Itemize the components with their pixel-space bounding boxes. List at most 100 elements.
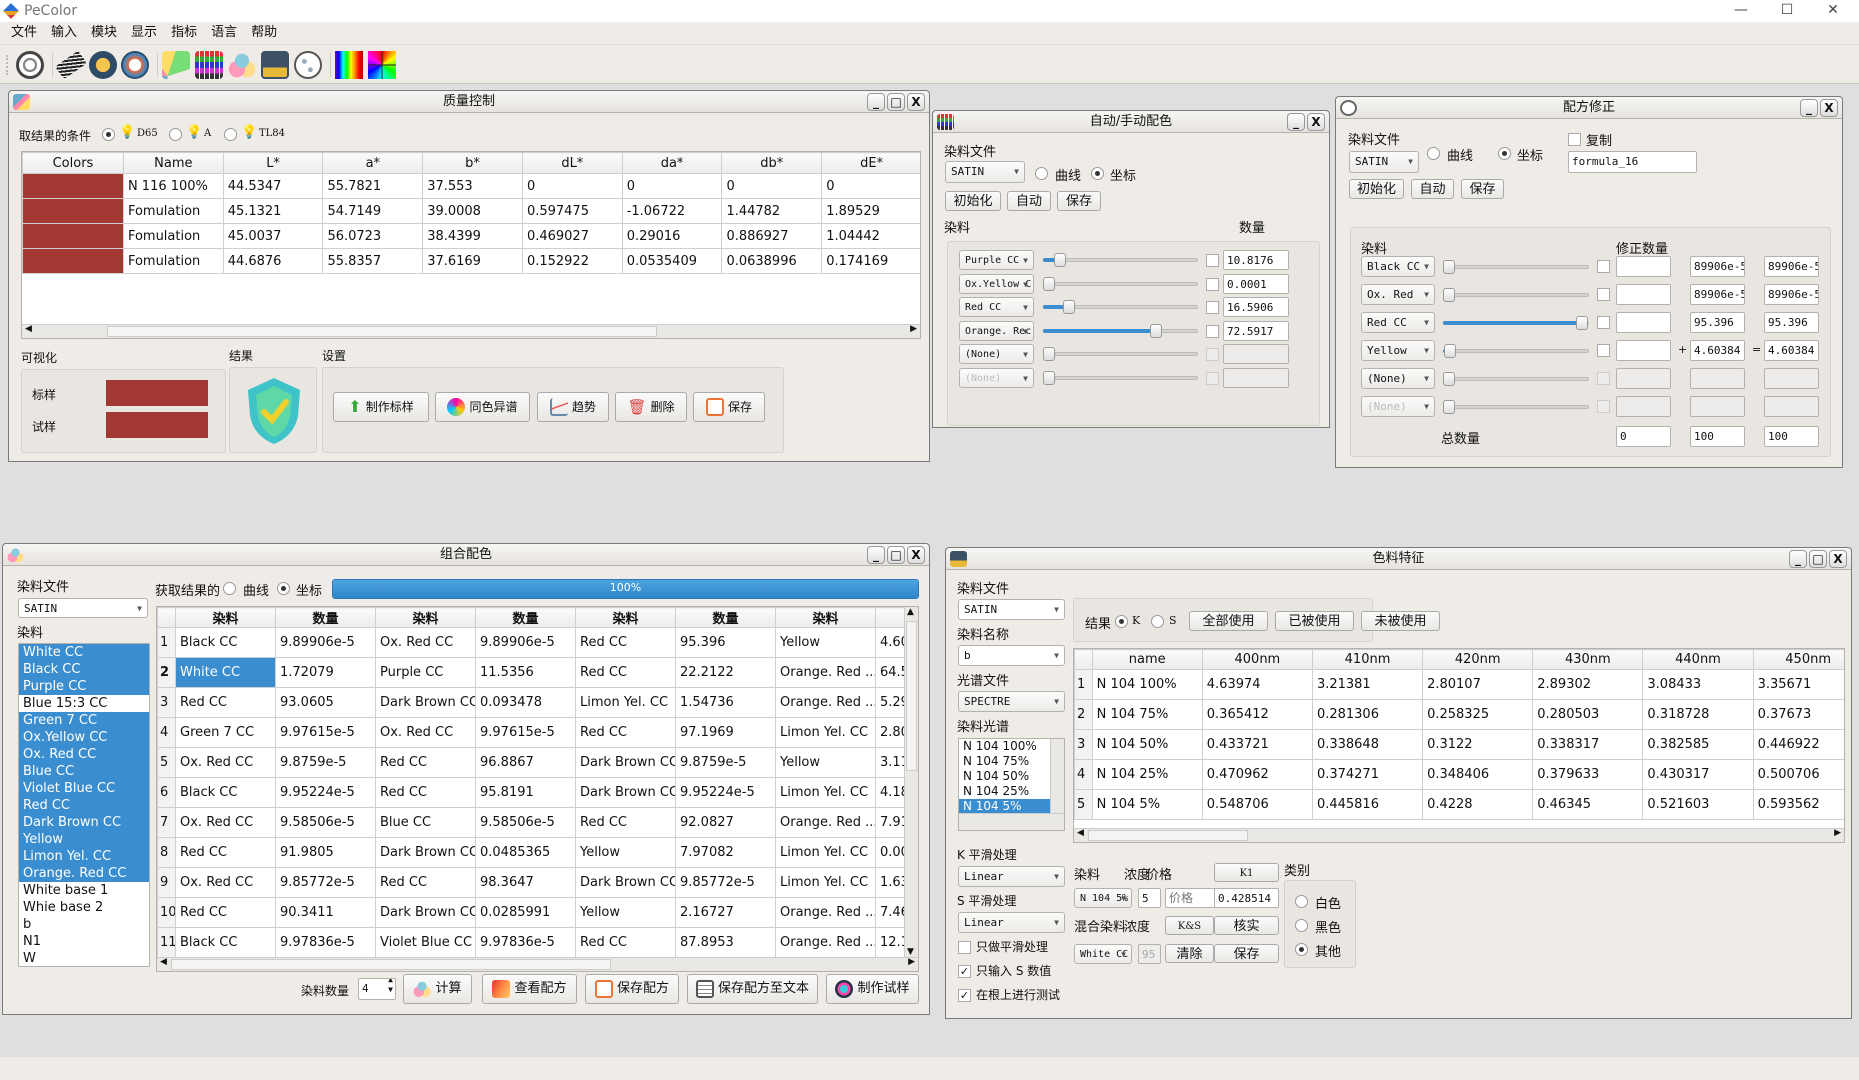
maximize-button[interactable]: □ xyxy=(887,546,905,564)
table-cell[interactable]: 45.0037 xyxy=(222,223,324,249)
correction-slider[interactable] xyxy=(1443,400,1589,414)
quantity-input[interactable]: 72.5917 xyxy=(1223,320,1289,341)
clear-button[interactable]: 清除 xyxy=(1165,944,1214,963)
color-grid-icon[interactable] xyxy=(195,51,223,79)
table-row[interactable]: 6 Black CC 9.95224e-5 Red CC 95.8191 Dark Bro… xyxy=(157,777,906,808)
table-cell[interactable]: 3.21381 xyxy=(1311,669,1424,700)
minimize-button[interactable]: _ xyxy=(867,93,885,111)
table-cell[interactable]: Fomulation xyxy=(122,248,224,274)
table-cell[interactable]: 45.1321 xyxy=(222,198,324,224)
table-cell[interactable]: 3.113 xyxy=(875,747,906,778)
table-cell[interactable]: Limon Yel. CC xyxy=(775,837,876,868)
color-wheel-icon[interactable] xyxy=(121,51,149,79)
table-cell[interactable]: N 104 100% xyxy=(1091,669,1203,700)
maximize-button[interactable]: □ xyxy=(887,93,905,111)
table-cell[interactable]: Red CC xyxy=(575,627,676,658)
dye-list-item[interactable]: Purple CC xyxy=(19,678,149,695)
table-cell[interactable]: 64.5 xyxy=(875,657,906,688)
slider-handle[interactable] xyxy=(1443,260,1455,274)
table-cell[interactable]: 0.174169 xyxy=(821,248,920,274)
delete-button[interactable]: 🗑 删除 xyxy=(615,392,687,422)
table-cell[interactable]: 2.80107 xyxy=(1422,669,1534,700)
dye-list-item[interactable]: White CC xyxy=(19,644,149,661)
table-cell[interactable]: N 116 100% xyxy=(122,173,224,199)
table-cell[interactable]: 90.3411 xyxy=(275,897,376,928)
combination-results-table[interactable]: 染料 数量 染料 数量 染料 数量 染料 1 Black CC 9.89906e-5 Ox. Re… xyxy=(156,606,919,972)
table-cell[interactable]: Red CC xyxy=(575,717,676,748)
table-cell[interactable]: 22.2122 xyxy=(675,657,776,688)
table-cell[interactable]: Red CC xyxy=(575,657,676,688)
close-button[interactable]: X xyxy=(907,93,925,111)
horizontal-scrollbar[interactable] xyxy=(959,813,1064,830)
table-cell[interactable]: 0.280503 xyxy=(1532,699,1644,730)
dye-list-item[interactable]: Black CC xyxy=(19,661,149,678)
total-result-input[interactable]: 100 xyxy=(1764,426,1819,447)
table-row[interactable]: 2 White CC 1.72079 Purple CC 11.5356 Red CC 22… xyxy=(157,657,906,688)
menu-language[interactable]: 语言 xyxy=(204,22,244,44)
table-cell[interactable]: Black CC xyxy=(175,627,276,658)
table-cell[interactable]: 0.4228 xyxy=(1422,789,1534,820)
lock-checkbox[interactable] xyxy=(1206,324,1219,338)
table-cell[interactable]: 0.338648 xyxy=(1311,729,1424,760)
table-cell[interactable]: 0.338317 xyxy=(1532,729,1644,760)
save-button[interactable]: 保存 xyxy=(1057,191,1101,211)
column-header[interactable]: 染料 xyxy=(775,607,876,628)
table-cell[interactable]: Green 7 CC xyxy=(175,717,276,748)
slider-handle[interactable] xyxy=(1444,344,1457,358)
table-cell[interactable]: 95.8191 xyxy=(475,777,576,808)
option-checkbox[interactable] xyxy=(958,941,971,954)
quantity-slider[interactable] xyxy=(1043,276,1198,291)
table-cell[interactable]: Red CC xyxy=(375,777,476,808)
curve-radio[interactable] xyxy=(1427,147,1440,160)
table-cell[interactable]: 92.0827 xyxy=(675,807,776,838)
view-formula-button[interactable]: 查看配方 xyxy=(482,974,577,1004)
table-cell[interactable]: 4.63974 xyxy=(1201,669,1313,700)
correction-input[interactable] xyxy=(1616,284,1671,305)
vertical-scrollbar[interactable]: ▲ ▼ xyxy=(904,607,918,957)
table-cell[interactable]: 0.521603 xyxy=(1642,789,1754,820)
menu-module[interactable]: 模块 xyxy=(84,22,124,44)
dye-select[interactable]: Ox. Red xyxy=(1361,284,1435,305)
formula-name-input[interactable]: formula_16 xyxy=(1568,151,1697,173)
table-cell[interactable]: Limon Yel. CC xyxy=(775,777,876,808)
slider-handle[interactable] xyxy=(1443,288,1455,302)
quantity-input[interactable] xyxy=(1223,367,1289,388)
table-cell[interactable]: 12.10 xyxy=(875,927,906,958)
window-titlebar[interactable]: 配方修正 _ X xyxy=(1336,97,1842,119)
dye-list-item[interactable]: Blue CC xyxy=(19,763,149,780)
lock-checkbox[interactable] xyxy=(1597,344,1610,357)
table-cell[interactable]: Dark Brown CC xyxy=(575,867,676,898)
table-row[interactable]: 1N 104 100% 4.63974 3.21381 2.80107 2.89302 3… xyxy=(1074,669,1844,700)
slider-handle[interactable] xyxy=(1443,372,1455,386)
table-cell[interactable]: N 104 25% xyxy=(1091,759,1203,790)
table-cell[interactable]: Ox. Red CC xyxy=(175,867,276,898)
dye-name-select[interactable]: b xyxy=(958,645,1065,666)
slider-handle[interactable] xyxy=(1575,316,1588,330)
horizontal-scrollbar[interactable]: ◀ ▶ xyxy=(1074,828,1844,842)
table-cell[interactable]: 1.72079 xyxy=(275,657,376,688)
table-row[interactable]: Fomulation 44.6876 55.8357 37.6169 0.152922 0… xyxy=(22,248,920,274)
quantity-slider[interactable] xyxy=(1043,253,1198,267)
table-cell[interactable]: 0.152922 xyxy=(521,248,623,274)
column-header[interactable]: da* xyxy=(621,152,723,174)
table-row[interactable]: 4N 104 25% 0.470962 0.374271 0.348406 0.3796… xyxy=(1074,759,1844,790)
table-cell[interactable]: 9.58506e-5 xyxy=(275,807,376,838)
table-cell[interactable]: Blue CC xyxy=(375,807,476,838)
make-standard-button[interactable]: ⬆ 制作标样 xyxy=(333,392,429,422)
table-cell[interactable]: 11.5356 xyxy=(475,657,576,688)
dye-file-select[interactable]: SATIN xyxy=(18,598,148,618)
table-cell[interactable]: 0.445816 xyxy=(1311,789,1424,820)
lock-checkbox[interactable] xyxy=(1597,316,1610,329)
slider-handle[interactable] xyxy=(1043,370,1055,385)
table-cell[interactable]: Dark Brown CC xyxy=(375,897,476,928)
table-cell[interactable]: 0.093478 xyxy=(475,687,576,718)
table-cell[interactable]: Red CC xyxy=(175,837,276,868)
dye-select[interactable]: Ox.Yellow C xyxy=(959,273,1034,294)
table-cell[interactable]: 97.1969 xyxy=(675,717,776,748)
menu-display[interactable]: 显示 xyxy=(124,22,164,44)
window-titlebar[interactable]: 自动/手动配色 _ X xyxy=(933,111,1329,133)
table-cell[interactable]: 1.54736 xyxy=(675,687,776,718)
table-cell[interactable]: 91.9805 xyxy=(275,837,376,868)
table-cell[interactable]: Fomulation xyxy=(122,198,224,224)
table-cell[interactable]: Orange. Red ... xyxy=(775,687,876,718)
